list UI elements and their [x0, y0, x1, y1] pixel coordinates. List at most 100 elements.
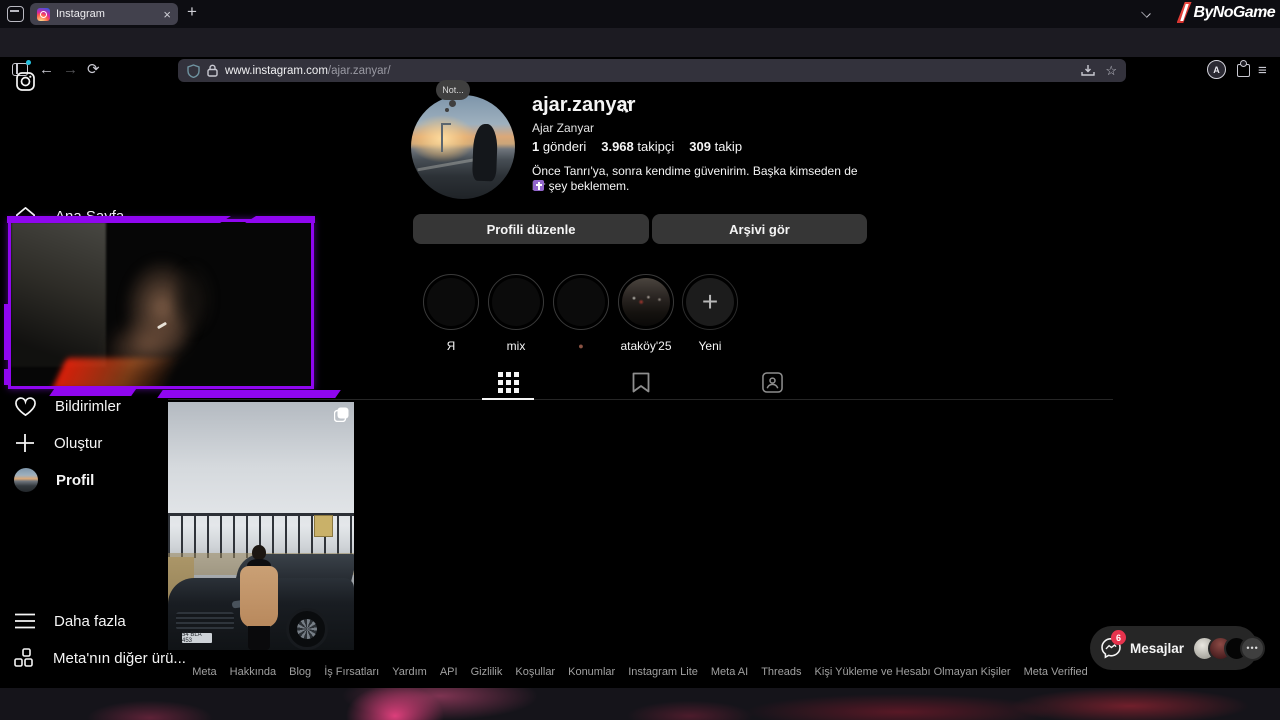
footer-link[interactable]: Meta: [192, 666, 216, 678]
footer-link[interactable]: Blog: [289, 666, 311, 678]
stat-posts: 1 gönderi: [532, 139, 587, 154]
note-bubble-tail: [445, 108, 449, 112]
highlight-label: ●: [578, 341, 584, 351]
tab-tagged[interactable]: [762, 372, 783, 393]
carousel-icon: [334, 407, 349, 422]
license-plate: 34 BLA 453: [182, 632, 212, 644]
browser-account-icon[interactable]: A: [1207, 60, 1226, 79]
browser-tab-instagram[interactable]: Instagram ×: [30, 3, 178, 25]
tab-list-chevron-icon[interactable]: [1142, 9, 1151, 18]
highlight-ring: +: [682, 274, 738, 330]
overlay-frame-accent: [4, 369, 10, 385]
tab-active-indicator: [482, 398, 534, 400]
highlight-ring: [553, 274, 609, 330]
forward-icon[interactable]: →: [63, 62, 78, 77]
view-archive-button[interactable]: Arşivi gör: [652, 214, 867, 244]
overlay-frame-accent: [245, 216, 315, 223]
highlight-ring: [488, 274, 544, 330]
tab-saved[interactable]: [632, 372, 650, 393]
shield-icon[interactable]: [187, 63, 200, 78]
footer-link[interactable]: Hakkında: [230, 666, 276, 678]
messages-avatars: •••: [1192, 635, 1266, 661]
sidebar-label: Bildirimler: [55, 397, 121, 415]
highlight-item[interactable]: ●: [548, 274, 614, 353]
sidebar-label: Daha fazla: [54, 612, 126, 630]
url-bar[interactable]: www.instagram.com/ajar.zanyar/ ☆: [178, 59, 1126, 82]
highlight-label: ataköy'25: [620, 339, 672, 353]
windows-taskbar: Ara 9+ 04:16 25/03/2026: [0, 688, 1280, 720]
save-page-icon[interactable]: [1081, 64, 1096, 77]
instagram-favicon-icon: [37, 7, 50, 21]
messages-label: Mesajlar: [1130, 640, 1185, 656]
profile-bio: Önce Tanrı'ya, sonra kendime güvenirim. …: [532, 164, 858, 193]
new-tab-button[interactable]: +: [187, 2, 197, 22]
plus-icon: [16, 434, 34, 452]
plus-icon: +: [686, 278, 734, 326]
tab-posts-grid[interactable]: [498, 372, 519, 393]
red-led-glow: [51, 358, 182, 386]
highlight-ring: [423, 274, 479, 330]
footer-link[interactable]: Instagram Lite: [628, 666, 698, 678]
browser-menu-icon[interactable]: ≡: [1258, 62, 1267, 79]
webcam-overlay: [4, 216, 341, 398]
note-bubble-tail: [449, 100, 456, 107]
profile-full-name: Ajar Zanyar: [532, 121, 595, 135]
highlight-label: Я: [446, 339, 456, 353]
tagged-person-icon: [762, 372, 783, 393]
bynogame-logo: ByNoGame: [1176, 2, 1276, 23]
highlight-item[interactable]: Я: [418, 274, 484, 353]
sidebar-label: Meta'nın diğer ürü...: [53, 649, 186, 667]
browser-toolbar: ← → ⟳ www.instagram.com/ajar.zanyar/ ☆ A…: [0, 28, 1280, 82]
footer-link[interactable]: Koşullar: [515, 666, 555, 678]
person: [252, 545, 266, 560]
footer-link[interactable]: Yardım: [392, 666, 427, 678]
reload-icon[interactable]: ⟳: [87, 62, 100, 77]
highlight-label: mix: [506, 339, 526, 353]
footer-links: Meta Hakkında Blog İş Fırsatları Yardım …: [0, 666, 1280, 678]
overlay-frame-accent: [4, 304, 10, 360]
highlight-item[interactable]: mix: [483, 274, 549, 353]
messages-badge: 6: [1111, 630, 1126, 645]
overlay-frame-accent: [7, 216, 231, 223]
highlight-new[interactable]: + Yeni: [677, 274, 743, 353]
firefox-view-icon[interactable]: [7, 6, 24, 22]
messages-button[interactable]: 6 Mesajlar •••: [1090, 626, 1266, 670]
lock-icon[interactable]: [207, 64, 218, 77]
footer-link[interactable]: API: [440, 666, 458, 678]
overlay-frame-accent: [157, 390, 341, 398]
grid-icon: [498, 372, 519, 393]
extensions-puzzle-icon[interactable]: [1237, 60, 1250, 77]
settings-gear-icon[interactable]: [617, 98, 634, 115]
tabs-divider: [168, 399, 1113, 400]
tab-title: Instagram: [56, 8, 105, 20]
footer-link[interactable]: Gizlilik: [471, 666, 503, 678]
back-icon[interactable]: ←: [39, 62, 54, 77]
messenger-icon: 6: [1100, 630, 1126, 659]
footer-link[interactable]: Konumlar: [568, 666, 615, 678]
instagram-logo-icon[interactable]: [16, 72, 35, 91]
footer-link[interactable]: Threads: [761, 666, 801, 678]
footer-link[interactable]: Meta AI: [711, 666, 748, 678]
profile-avatar-small: [14, 468, 38, 492]
sidebar-label: Oluştur: [54, 434, 103, 452]
stat-followers[interactable]: 3.968 takipçi: [601, 139, 674, 154]
stat-following[interactable]: 309 takip: [689, 139, 742, 154]
edit-profile-button[interactable]: Profili düzenle: [413, 214, 649, 244]
cross-emoji: [533, 180, 544, 191]
heart-icon: [15, 396, 36, 416]
url-text: www.instagram.com/ajar.zanyar/: [225, 64, 391, 77]
bookmark-star-icon[interactable]: ☆: [1105, 64, 1117, 77]
highlight-label: Yeni: [698, 339, 722, 353]
footer-link[interactable]: Meta Verified: [1024, 666, 1088, 678]
post-thumbnail[interactable]: 34 BLA 453: [168, 402, 354, 650]
footer-link[interactable]: İş Fırsatları: [324, 666, 379, 678]
profile-avatar[interactable]: [411, 95, 515, 199]
tab-close-icon[interactable]: ×: [163, 8, 171, 21]
hamburger-icon: [15, 613, 35, 629]
note-bubble[interactable]: Not...: [436, 80, 470, 100]
footer-link[interactable]: Kişi Yükleme ve Hesabı Olmayan Kişiler: [815, 666, 1011, 678]
highlight-item[interactable]: ataköy'25: [613, 274, 679, 353]
overlay-frame-accent: [49, 388, 137, 396]
bookmark-icon: [632, 372, 650, 393]
bynogame-slash-icon: [1176, 2, 1192, 23]
